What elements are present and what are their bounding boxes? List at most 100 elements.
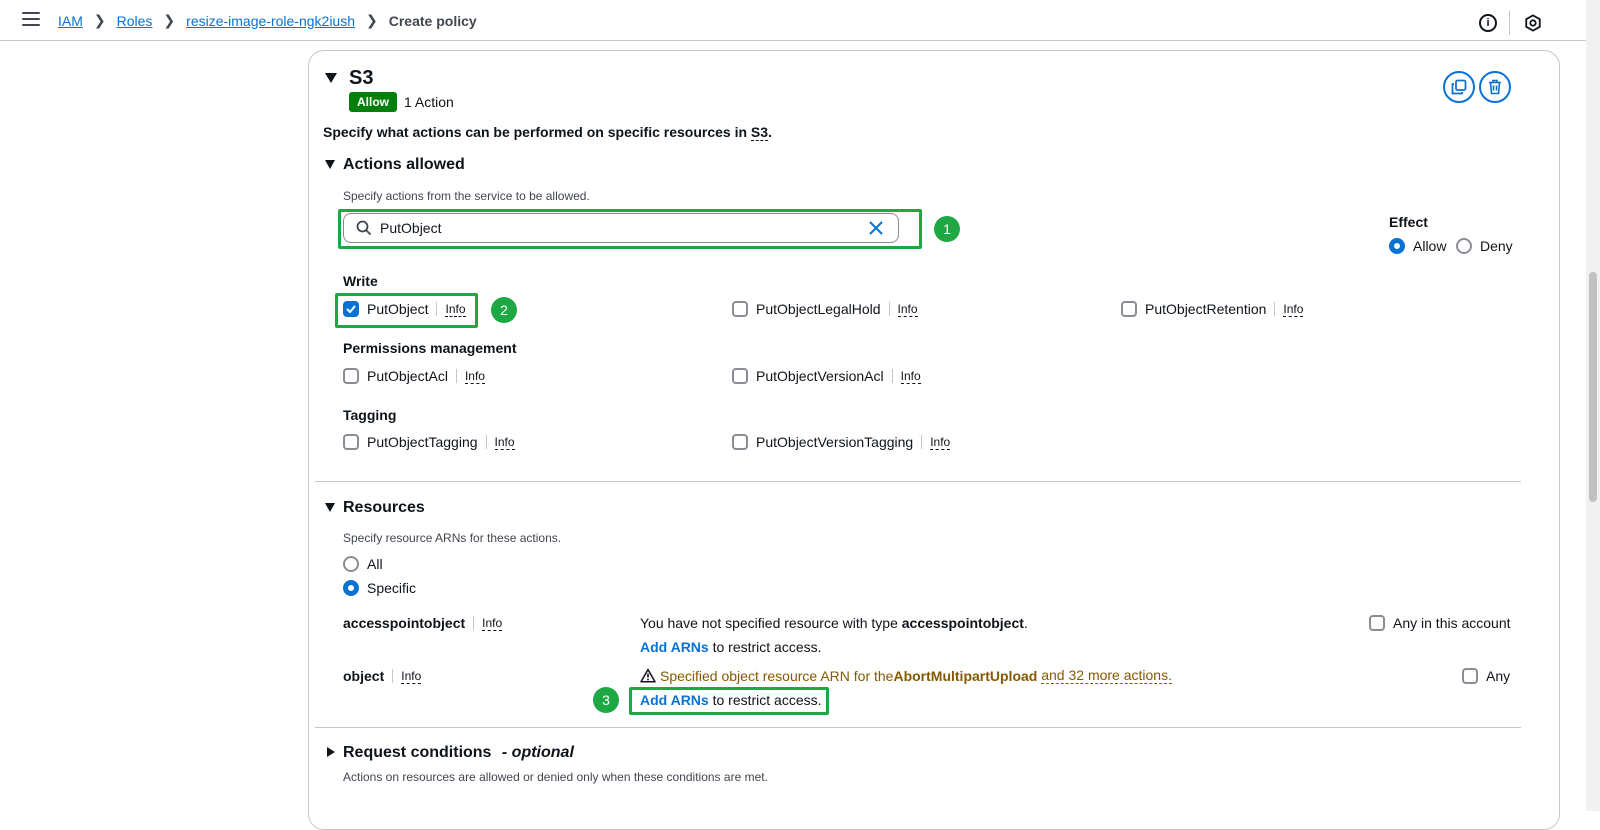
breadcrumb-current: Create policy	[388, 12, 477, 29]
resources-specific-radio[interactable]	[343, 580, 359, 596]
conditions-optional: - optional	[501, 744, 574, 761]
actions-section-title: Actions allowed	[343, 156, 465, 173]
action-search-field[interactable]	[343, 213, 899, 243]
action-label: PutObjectLegalHold	[756, 301, 881, 317]
info-link[interactable]: Info	[921, 435, 951, 450]
any-object-label: Any	[1486, 668, 1511, 684]
actions-hint: Specify actions from the service to be a…	[343, 189, 590, 203]
action-putobjectlegalhold[interactable]: PutObjectLegalHold Info	[732, 301, 918, 317]
service-term[interactable]: S3	[750, 124, 769, 141]
action-label: PutObjectVersionAcl	[756, 368, 884, 384]
warning-text: Specified object resource ARN for the	[660, 667, 894, 684]
checkbox[interactable]	[1462, 668, 1478, 684]
any-object-option[interactable]: Any	[1462, 668, 1510, 684]
action-putobject[interactable]: PutObject Info	[343, 301, 466, 317]
resource-accesspointobject: accesspointobject Info	[343, 615, 503, 631]
copy-icon	[1451, 79, 1467, 95]
object-add-arns: Add ARNs to restrict access.	[640, 692, 822, 708]
actions-toggle-icon[interactable]	[325, 160, 335, 169]
action-putobjectversionacl[interactable]: PutObjectVersionAcl Info	[732, 368, 921, 384]
resources-toggle-icon[interactable]	[325, 503, 335, 512]
search-icon	[356, 220, 372, 236]
info-link[interactable]: Info	[436, 302, 466, 317]
breadcrumb-iam[interactable]: IAM	[58, 13, 83, 29]
annotation-badge-1: 1	[934, 216, 960, 242]
resource-object: object Info	[343, 668, 422, 684]
conditions-title[interactable]: Request conditions - optional	[343, 744, 574, 762]
info-link[interactable]: Info	[485, 435, 515, 450]
checkbox[interactable]	[343, 368, 359, 384]
checkbox[interactable]	[1369, 615, 1385, 631]
checkmark-icon	[346, 305, 356, 314]
warning-icon	[640, 668, 656, 683]
info-link[interactable]: Info	[392, 669, 422, 684]
clear-icon[interactable]	[868, 220, 884, 236]
conditions-hint: Actions on resources are allowed or deni…	[343, 770, 768, 784]
warning-action: AbortMultipartUpload	[893, 667, 1038, 684]
message-type: accesspointobject	[901, 615, 1024, 631]
object-warning: Specified object resource ARN for the Ab…	[640, 667, 1172, 684]
message-end: .	[1023, 615, 1028, 631]
action-label: PutObjectAcl	[367, 368, 448, 384]
checkbox[interactable]	[343, 434, 359, 450]
conditions-expand-icon[interactable]	[327, 747, 335, 757]
annotation-badge-3: 3	[593, 687, 619, 713]
add-arns-link[interactable]: Add ARNs	[640, 639, 709, 655]
checkbox[interactable]	[732, 368, 748, 384]
collapse-toggle-icon[interactable]	[325, 73, 337, 83]
action-putobjectacl[interactable]: PutObjectAcl Info	[343, 368, 485, 384]
action-putobjectversiontagging[interactable]: PutObjectVersionTagging Info	[732, 434, 951, 450]
hexagon-settings-icon[interactable]	[1524, 14, 1542, 32]
effect-allow-radio[interactable]	[1389, 238, 1405, 254]
action-putobjecttagging[interactable]: PutObjectTagging Info	[343, 434, 515, 450]
info-link[interactable]: Info	[473, 616, 503, 631]
effect-badge: Allow	[349, 92, 397, 112]
info-link[interactable]: Info	[1274, 302, 1304, 317]
action-label: PutObjectRetention	[1145, 301, 1267, 317]
resources-all-option[interactable]: All	[343, 556, 383, 572]
resource-type-label: object	[343, 668, 385, 684]
resources-all-label: All	[367, 556, 383, 572]
info-link[interactable]: Info	[891, 369, 921, 384]
checkbox[interactable]	[732, 301, 748, 317]
search-input[interactable]	[380, 220, 868, 236]
info-link[interactable]: Info	[888, 302, 918, 317]
resources-all-radio[interactable]	[343, 556, 359, 572]
restrict-text: to restrict access.	[708, 692, 822, 708]
service-description: Specify what actions can be performed on…	[323, 124, 772, 141]
action-label: PutObjectTagging	[367, 434, 478, 450]
effect-deny-label: Deny	[1480, 238, 1513, 254]
effect-deny-option[interactable]: Deny	[1456, 238, 1513, 254]
add-arns-link[interactable]: Add ARNs	[640, 692, 709, 708]
divider	[315, 481, 1521, 482]
effect-allow-option[interactable]: Allow	[1389, 238, 1446, 254]
delete-button[interactable]	[1479, 71, 1511, 103]
resource-type-label: accesspointobject	[343, 615, 466, 631]
restrict-text: to restrict access.	[708, 639, 822, 655]
info-icon[interactable]: i	[1479, 14, 1497, 32]
effect-label: Effect	[1389, 214, 1428, 230]
breadcrumb-roles[interactable]: Roles	[117, 13, 153, 29]
effect-deny-radio[interactable]	[1456, 238, 1472, 254]
chevron-right-icon: ❯	[366, 12, 378, 28]
description-text: Specify what actions can be performed on…	[323, 124, 751, 140]
menu-icon[interactable]	[22, 12, 40, 28]
service-title: S3	[349, 67, 374, 89]
scrollbar-thumb[interactable]	[1589, 272, 1597, 502]
duplicate-button[interactable]	[1443, 71, 1475, 103]
more-actions-link[interactable]: and 32 more actions.	[1041, 667, 1172, 684]
action-label: PutObjectVersionTagging	[756, 434, 914, 450]
effect-allow-label: Allow	[1413, 238, 1447, 254]
breadcrumb-role[interactable]: resize-image-role-ngk2iush	[186, 13, 355, 29]
action-putobjectretention[interactable]: PutObjectRetention Info	[1121, 301, 1304, 317]
resources-specific-option[interactable]: Specific	[343, 580, 416, 596]
checkbox-checked[interactable]	[343, 301, 359, 317]
accesspoint-message: You have not specified resource with typ…	[640, 615, 1028, 631]
info-link[interactable]: Info	[455, 369, 485, 384]
checkbox[interactable]	[732, 434, 748, 450]
accesspoint-add-arns: Add ARNs to restrict access.	[640, 639, 822, 655]
any-in-account-option[interactable]: Any in this account	[1369, 615, 1511, 631]
service-card: S3 Allow 1 Action Specify what actions c…	[308, 50, 1560, 830]
divider	[1509, 11, 1510, 35]
checkbox[interactable]	[1121, 301, 1137, 317]
